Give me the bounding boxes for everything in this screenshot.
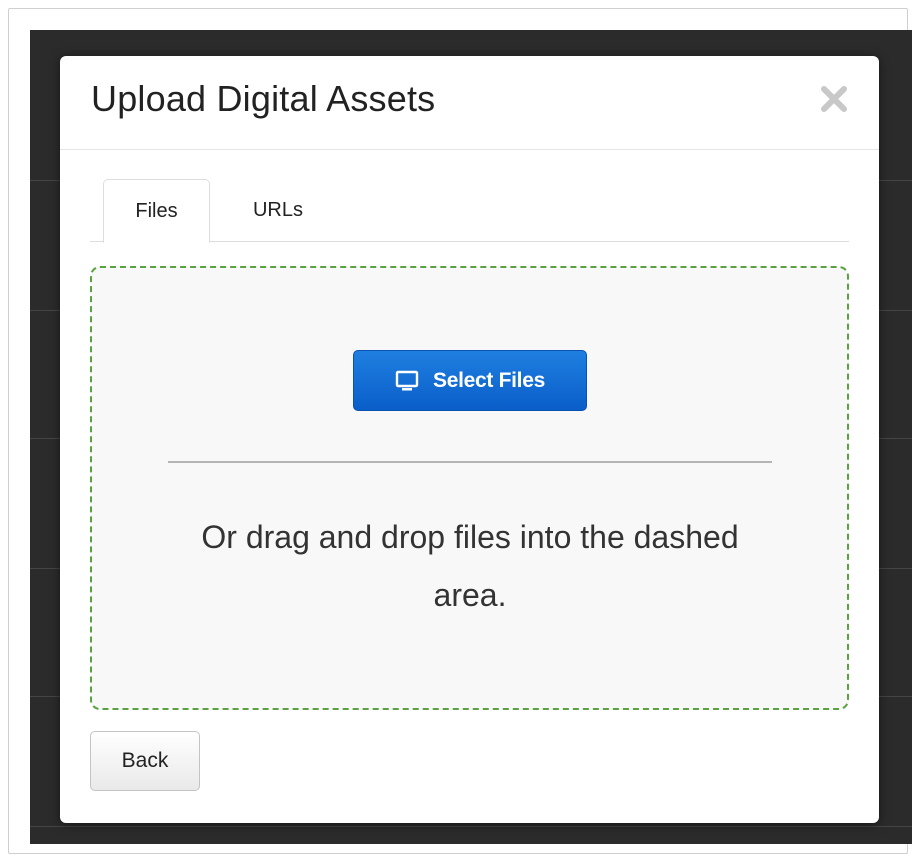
tab-urls[interactable]: URLs [218,179,338,242]
back-button-label: Back [121,749,169,772]
modal-header: Upload Digital Assets [60,56,879,150]
back-button[interactable]: Back [90,731,200,791]
monitor-icon [395,370,419,392]
backdrop-row-divider [30,826,912,827]
drag-drop-instructions: Or drag and drop files into the dashed a… [201,519,739,613]
upload-modal: Upload Digital Assets Files URLs Select … [60,56,879,823]
modal-title: Upload Digital Assets [91,78,436,119]
select-files-label: Select Files [433,368,545,392]
dropzone-divider [168,461,772,463]
select-files-button[interactable]: Select Files [353,350,587,411]
tab-urls-label: URLs [252,199,303,221]
upload-tabs: Files URLs [90,179,849,243]
close-icon[interactable] [819,84,849,114]
tab-files[interactable]: Files [103,179,210,243]
tab-files-label: Files [135,199,178,222]
file-dropzone[interactable]: Select Files Or drag and drop files into… [90,266,849,710]
